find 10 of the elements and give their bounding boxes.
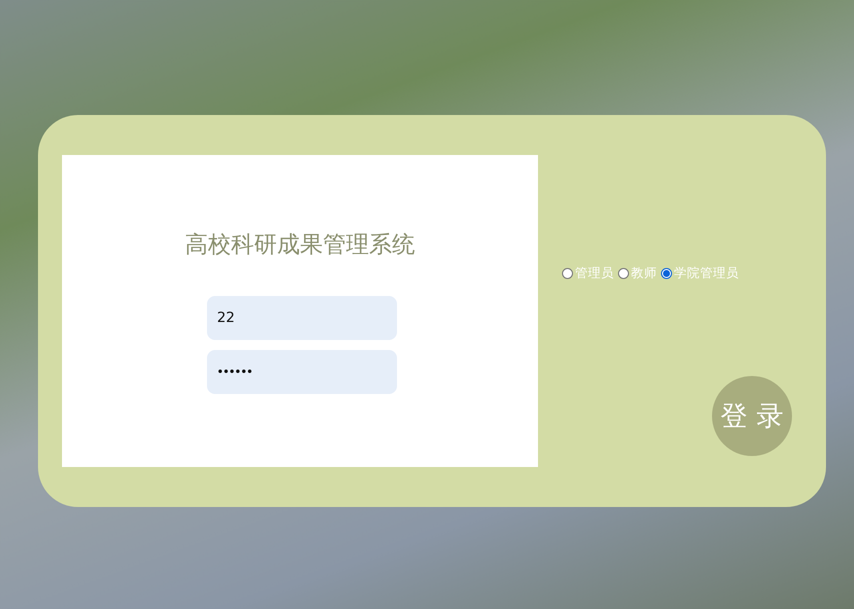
- role-radio-option[interactable]: 教师: [618, 265, 657, 282]
- radio-icon[interactable]: [562, 268, 573, 279]
- radio-icon[interactable]: [618, 268, 629, 279]
- login-button[interactable]: 登 录: [712, 376, 792, 456]
- role-radio-option[interactable]: 学院管理员: [661, 265, 739, 282]
- password-field[interactable]: ••••••: [207, 350, 397, 394]
- username-field[interactable]: 22: [207, 296, 397, 340]
- radio-icon[interactable]: [661, 268, 672, 279]
- system-title: 高校科研成果管理系统: [185, 231, 415, 260]
- role-radio-option[interactable]: 管理员: [562, 265, 614, 282]
